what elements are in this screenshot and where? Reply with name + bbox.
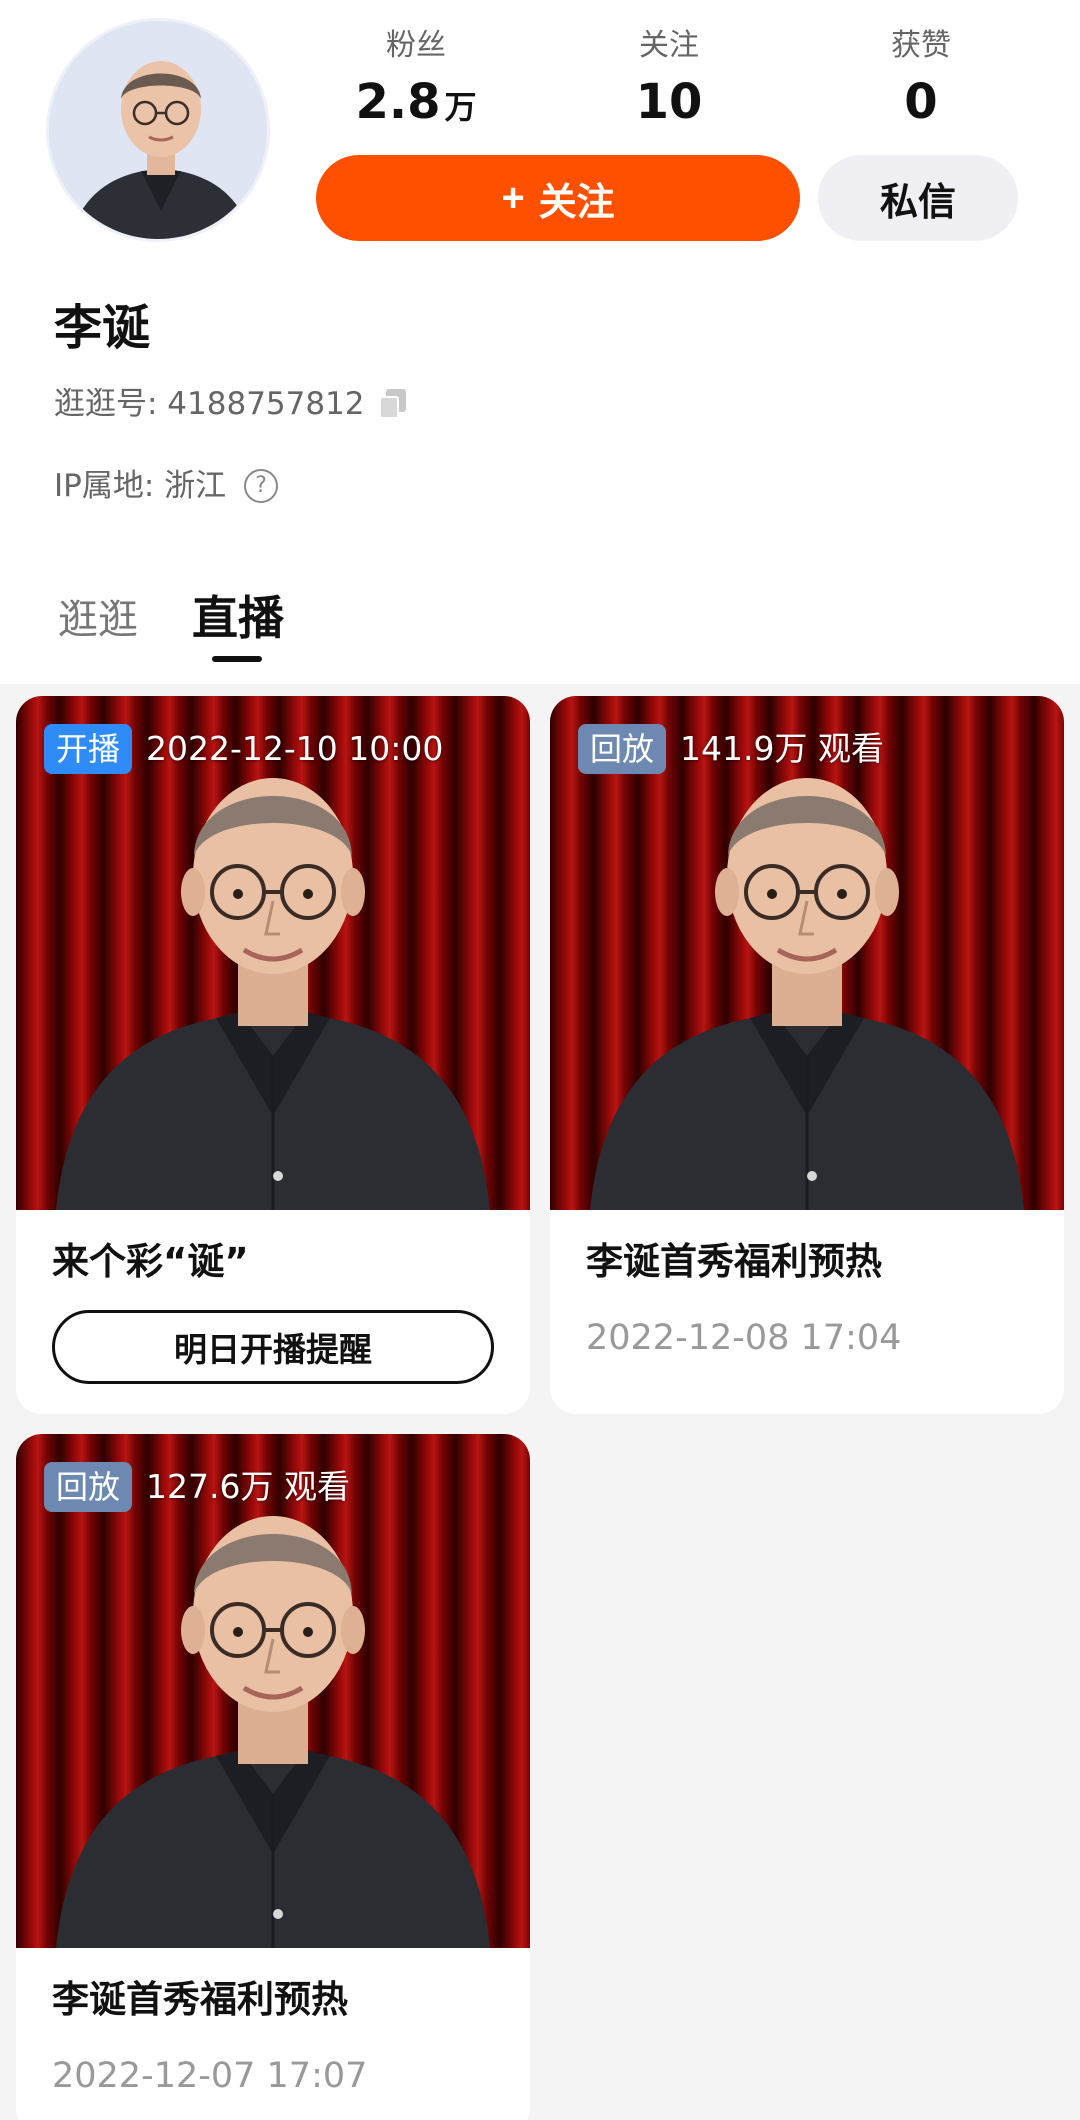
profile-page: 粉丝 2.8 万 关注 10 获赞 0 + 关注 私信 李诞 逛逛号: 41887… — [0, 0, 1080, 2120]
profile-name: 李诞 — [54, 300, 151, 356]
account-id: 逛逛号: 4188757812 — [54, 386, 365, 422]
tab-live[interactable]: 直播 — [192, 590, 284, 646]
avatar[interactable] — [46, 18, 270, 242]
avatar-portrait — [49, 21, 267, 239]
stat-fans[interactable]: 粉丝 2.8 万 — [316, 22, 516, 139]
fans-value: 2.8 万 — [316, 70, 516, 139]
plus-icon: + — [501, 175, 525, 220]
card-date: 2022-12-08 17:04 — [586, 1318, 902, 1358]
live-feed: 开播 2022-12-10 10:00 来个彩“诞” 明日开播提醒 回放 141… — [0, 684, 1080, 2120]
active-tab-indicator — [212, 656, 262, 662]
likes-value: 0 — [904, 74, 938, 130]
stat-following[interactable]: 关注 10 — [569, 22, 769, 134]
fans-number: 2.8 — [355, 74, 441, 130]
card-badge-row: 回放 141.9万 观看 — [578, 724, 884, 774]
stat-likes[interactable]: 获赞 0 — [821, 22, 1021, 134]
replay-card[interactable]: 回放 141.9万 观看 李诞首秀福利预热 2022-12-08 17:04 — [550, 696, 1064, 1414]
card-title: 来个彩“诞” — [52, 1240, 249, 1283]
ip-location-row: IP属地: 浙江 ? — [54, 464, 279, 508]
live-card[interactable]: 开播 2022-12-10 10:00 来个彩“诞” 明日开播提醒 — [16, 696, 530, 1414]
likes-label: 获赞 — [891, 28, 951, 63]
follow-label: 关注 — [538, 181, 615, 224]
fans-unit: 万 — [444, 88, 477, 126]
following-label: 关注 — [639, 28, 699, 63]
fans-label: 粉丝 — [386, 28, 446, 63]
follow-button[interactable]: + 关注 — [316, 155, 800, 241]
message-button[interactable]: 私信 — [818, 155, 1018, 241]
replay-badge: 回放 — [578, 724, 667, 774]
ip-location: IP属地: 浙江 — [54, 468, 227, 504]
live-badge: 开播 — [44, 724, 133, 774]
card-thumbnail[interactable]: 开播 2022-12-10 10:00 — [16, 696, 530, 1210]
following-value: 10 — [635, 74, 703, 130]
view-count: 127.6万 观看 — [146, 1467, 350, 1506]
account-id-row: 逛逛号: 4188757812 — [54, 382, 407, 426]
tab-stroll[interactable]: 逛逛 — [58, 592, 138, 648]
view-count: 141.9万 观看 — [680, 729, 884, 768]
replay-card[interactable]: 回放 127.6万 观看 李诞首秀福利预热 2022-12-07 17:07 — [16, 1434, 530, 2120]
card-thumbnail[interactable]: 回放 127.6万 观看 — [16, 1434, 530, 1948]
card-title: 李诞首秀福利预热 — [52, 1978, 348, 2021]
card-badge-row: 开播 2022-12-10 10:00 — [44, 724, 443, 774]
copy-icon[interactable] — [378, 389, 407, 419]
live-start-time: 2022-12-10 10:00 — [146, 729, 444, 768]
replay-badge: 回放 — [44, 1462, 133, 1512]
card-badge-row: 回放 127.6万 观看 — [44, 1462, 350, 1512]
remind-button[interactable]: 明日开播提醒 — [52, 1310, 494, 1384]
card-date: 2022-12-07 17:07 — [52, 2056, 368, 2096]
help-icon[interactable]: ? — [244, 469, 279, 503]
card-title: 李诞首秀福利预热 — [586, 1240, 882, 1283]
card-thumbnail[interactable]: 回放 141.9万 观看 — [550, 696, 1064, 1210]
